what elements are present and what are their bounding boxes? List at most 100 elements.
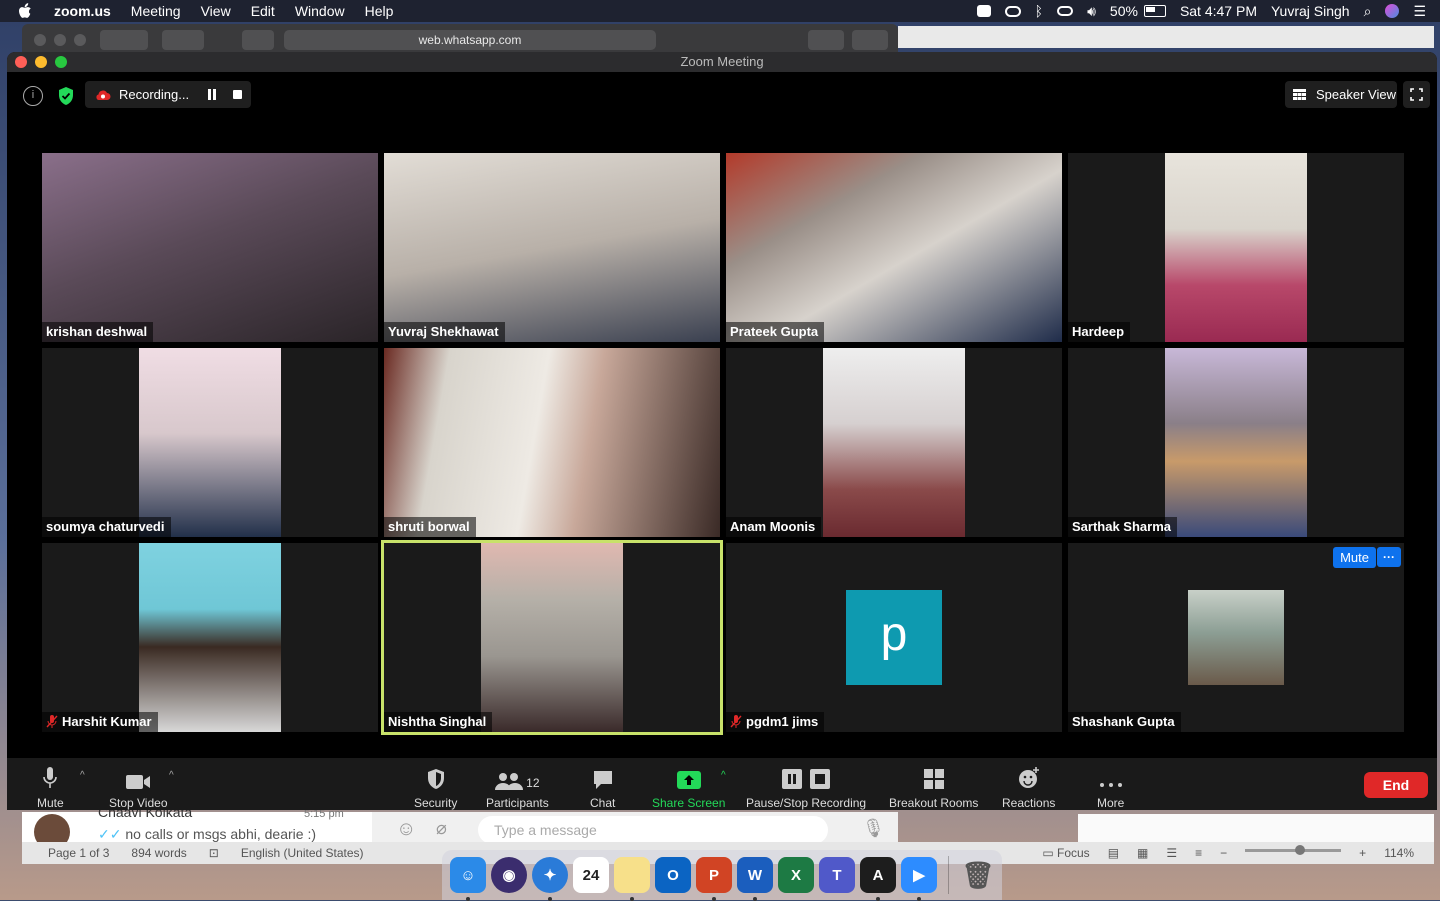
safari-share-button[interactable] bbox=[808, 30, 844, 50]
language[interactable]: English (United States) bbox=[241, 846, 364, 860]
battery-icon[interactable] bbox=[1143, 5, 1166, 17]
dock-outlook-icon[interactable]: O bbox=[655, 857, 691, 893]
speaker-view-label: Speaker View bbox=[1316, 87, 1396, 102]
web-layout-icon[interactable]: ▦ bbox=[1137, 846, 1148, 860]
end-meeting-button[interactable]: End bbox=[1364, 772, 1428, 798]
participant-avatar: p bbox=[846, 590, 942, 685]
dock-zoom-icon[interactable]: ▶ bbox=[901, 857, 937, 901]
mute-button[interactable]: Mute bbox=[37, 764, 64, 810]
dock-teams-icon[interactable]: T bbox=[819, 857, 855, 893]
zoom-status-icon[interactable] bbox=[976, 5, 991, 17]
more-button[interactable]: More bbox=[1097, 764, 1124, 810]
menu-window[interactable]: Window bbox=[295, 3, 345, 19]
participant-tile[interactable]: shruti borwal bbox=[384, 348, 720, 537]
safari-traffic-lights[interactable] bbox=[34, 34, 86, 46]
proofing-icon[interactable]: ⊡ bbox=[209, 846, 219, 860]
participant-tile[interactable]: soumya chaturvedi bbox=[42, 348, 378, 537]
security-button[interactable]: Security bbox=[414, 764, 457, 810]
minimize-window-button[interactable] bbox=[35, 56, 47, 68]
participant-tile[interactable]: Harshit Kumar bbox=[42, 543, 378, 732]
encryption-shield-icon[interactable] bbox=[57, 86, 75, 106]
menu-edit[interactable]: Edit bbox=[251, 3, 275, 19]
stop-recording-icon[interactable] bbox=[233, 90, 242, 99]
participant-tile[interactable]: krishan deshwal bbox=[42, 153, 378, 342]
siri-icon[interactable] bbox=[1385, 4, 1400, 18]
dock-powerpoint-icon[interactable]: P bbox=[696, 857, 732, 901]
participant-tile[interactable]: Anam Moonis bbox=[726, 348, 1062, 537]
meeting-info-icon[interactable]: i bbox=[23, 86, 43, 106]
participant-tile[interactable]: Hardeep bbox=[1068, 153, 1404, 342]
volume-icon[interactable]: 🔊︎ bbox=[1087, 3, 1096, 20]
zoom-out-icon[interactable]: − bbox=[1220, 846, 1227, 860]
video-options-chevron-icon[interactable]: ^ bbox=[169, 770, 174, 781]
tile-more-button[interactable]: ··· bbox=[1377, 547, 1401, 567]
battery-percent[interactable]: 50% bbox=[1110, 3, 1138, 19]
reactions-button[interactable]: Reactions bbox=[1002, 764, 1055, 810]
notification-center-icon[interactable]: ☰ bbox=[1413, 3, 1426, 20]
chat-button[interactable]: Chat bbox=[590, 764, 615, 810]
safari-extension-button[interactable] bbox=[242, 30, 274, 50]
zoom-level[interactable]: 114% bbox=[1384, 846, 1414, 860]
participants-button[interactable]: 12 Participants bbox=[486, 764, 549, 810]
zoom-in-icon[interactable]: + bbox=[1359, 846, 1366, 860]
emoji-icon[interactable]: ☺ bbox=[396, 818, 416, 841]
safari-address-bar[interactable]: web.whatsapp.com bbox=[284, 30, 656, 50]
dock-acrobat-icon[interactable]: A bbox=[860, 857, 896, 901]
participant-tile[interactable]: Sarthak Sharma bbox=[1068, 348, 1404, 537]
speaker-view-button[interactable]: Speaker View bbox=[1285, 81, 1397, 108]
zoom-window-button[interactable] bbox=[55, 56, 67, 68]
wifi-extra-icon[interactable] bbox=[1057, 6, 1074, 16]
outline-icon[interactable]: ☰ bbox=[1166, 846, 1177, 860]
participant-name: Harshit Kumar bbox=[42, 712, 158, 732]
close-window-button[interactable] bbox=[15, 56, 27, 68]
share-screen-button[interactable]: Share Screen bbox=[652, 764, 725, 810]
apple-icon[interactable] bbox=[18, 3, 32, 19]
stop-video-button[interactable]: Stop Video bbox=[109, 764, 168, 810]
focus-button[interactable]: ▭ Focus bbox=[1042, 846, 1089, 860]
mic-icon[interactable]: 🎙︎ bbox=[862, 818, 885, 839]
print-layout-icon[interactable]: ▤ bbox=[1108, 846, 1119, 860]
participant-tile-active-speaker[interactable]: Nishtha Singhal bbox=[381, 540, 723, 735]
dock-trash-icon[interactable]: 🗑 bbox=[960, 857, 996, 893]
dock-notes-icon[interactable] bbox=[614, 857, 650, 901]
pause-recording-icon[interactable] bbox=[207, 89, 217, 100]
user-name[interactable]: Yuvraj Singh bbox=[1271, 3, 1350, 19]
creative-cloud-icon[interactable] bbox=[1004, 5, 1021, 17]
safari-back-button[interactable] bbox=[100, 30, 148, 50]
share-options-chevron-icon[interactable]: ^ bbox=[721, 770, 726, 781]
dock-excel-icon[interactable]: X bbox=[778, 857, 814, 893]
participant-tile[interactable]: Yuvraj Shekhawat bbox=[384, 153, 720, 342]
message-input[interactable]: Type a message bbox=[478, 816, 828, 844]
menu-app-name[interactable]: zoom.us bbox=[54, 3, 111, 19]
safari-sidebar-button[interactable] bbox=[162, 30, 204, 50]
participant-video bbox=[1165, 153, 1307, 342]
word-count[interactable]: 894 words bbox=[131, 846, 186, 860]
participant-tile[interactable]: p pgdm1 jims bbox=[726, 543, 1062, 732]
fullscreen-button[interactable] bbox=[1403, 81, 1430, 108]
dock-word-icon[interactable]: W bbox=[737, 857, 773, 901]
dock-calendar-icon[interactable]: 24 bbox=[573, 857, 609, 893]
menu-help[interactable]: Help bbox=[365, 3, 394, 19]
safari-tabs-button[interactable] bbox=[852, 30, 888, 50]
page-indicator[interactable]: Page 1 of 3 bbox=[48, 846, 109, 860]
audio-options-chevron-icon[interactable]: ^ bbox=[80, 770, 85, 781]
dock-safari-icon[interactable]: ✦ bbox=[532, 857, 568, 901]
attach-icon[interactable]: ⌀ bbox=[436, 818, 447, 839]
window-title: Zoom Meeting bbox=[680, 54, 764, 69]
bluetooth-icon[interactable]: ᛒ bbox=[1035, 3, 1043, 19]
clock[interactable]: Sat 4:47 PM bbox=[1180, 3, 1257, 19]
tile-mute-button[interactable]: Mute bbox=[1333, 547, 1376, 568]
participant-tile[interactable]: Mute ··· Shashank Gupta bbox=[1068, 543, 1404, 732]
menu-view[interactable]: View bbox=[201, 3, 231, 19]
pause-stop-recording-button[interactable]: Pause/Stop Recording bbox=[746, 764, 866, 810]
breakout-rooms-button[interactable]: Breakout Rooms bbox=[889, 764, 978, 810]
recording-indicator[interactable]: Recording... bbox=[85, 81, 251, 108]
menu-meeting[interactable]: Meeting bbox=[131, 3, 181, 19]
zoom-slider[interactable] bbox=[1245, 844, 1342, 855]
participant-tile[interactable]: Prateek Gupta bbox=[726, 153, 1062, 342]
spotlight-icon[interactable]: ⌕ bbox=[1364, 3, 1372, 20]
participant-video bbox=[384, 348, 720, 537]
dock-siri-icon[interactable]: ◉ bbox=[491, 857, 527, 893]
draft-icon[interactable]: ≡ bbox=[1195, 846, 1202, 860]
dock-finder-icon[interactable]: ☺ bbox=[450, 857, 486, 901]
